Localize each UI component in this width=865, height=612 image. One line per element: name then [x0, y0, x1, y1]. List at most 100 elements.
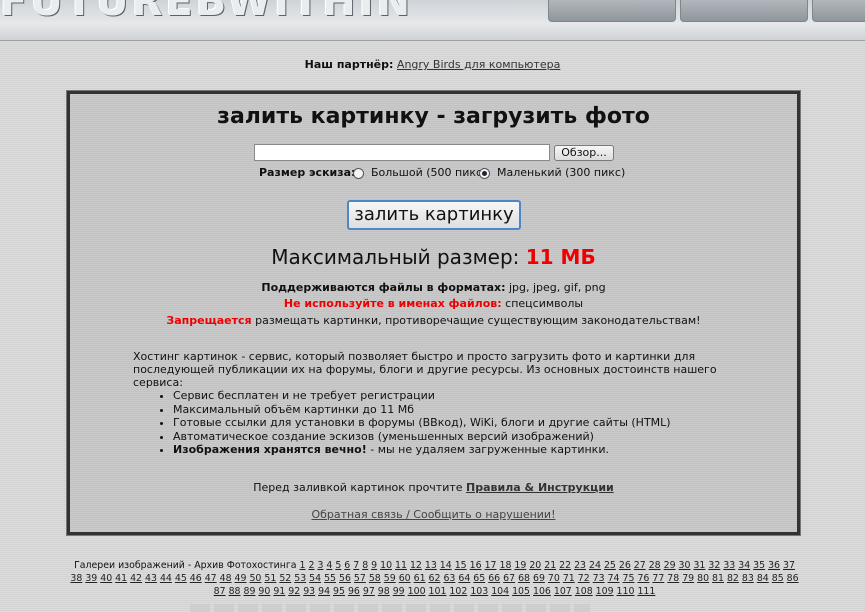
gallery-page-link[interactable]: 67 [503, 573, 515, 584]
header-nav-button-2[interactable] [680, 0, 808, 22]
gallery-page-link[interactable]: 8 [362, 560, 368, 571]
gallery-page-link[interactable]: 53 [294, 573, 306, 584]
gallery-page-link[interactable]: 72 [578, 573, 590, 584]
radio-large[interactable] [353, 168, 364, 179]
header-nav-button-3[interactable] [812, 0, 865, 22]
gallery-page-link[interactable]: 17 [485, 560, 497, 571]
feedback-link[interactable]: Обратная связь / Сообщить о нарушении! [311, 508, 555, 521]
gallery-page-link[interactable]: 35 [753, 560, 765, 571]
header-nav-button-1[interactable] [548, 0, 676, 22]
gallery-page-link[interactable]: 74 [608, 573, 620, 584]
gallery-page-link[interactable]: 76 [637, 573, 649, 584]
gallery-page-link[interactable]: 100 [408, 586, 426, 597]
file-path-input[interactable] [254, 144, 550, 161]
gallery-page-link[interactable]: 20 [529, 560, 541, 571]
gallery-page-link[interactable]: 70 [548, 573, 560, 584]
gallery-page-link[interactable]: 108 [575, 586, 593, 597]
gallery-page-link[interactable]: 30 [679, 560, 691, 571]
gallery-page-link[interactable]: 25 [604, 560, 616, 571]
gallery-page-link[interactable]: 18 [499, 560, 511, 571]
gallery-page-link[interactable]: 34 [738, 560, 750, 571]
gallery-page-link[interactable]: 54 [309, 573, 321, 584]
gallery-page-link[interactable]: 106 [533, 586, 551, 597]
gallery-page-link[interactable]: 62 [429, 573, 441, 584]
gallery-page-link[interactable]: 71 [563, 573, 575, 584]
gallery-page-link[interactable]: 79 [682, 573, 694, 584]
gallery-page-link[interactable]: 7 [353, 560, 359, 571]
gallery-page-link[interactable]: 45 [175, 573, 187, 584]
gallery-page-link[interactable]: 19 [514, 560, 526, 571]
gallery-page-link[interactable]: 39 [85, 573, 97, 584]
gallery-page-link[interactable]: 60 [399, 573, 411, 584]
partner-link[interactable]: Angry Birds для компьютера [397, 58, 560, 71]
gallery-page-link[interactable]: 88 [229, 586, 241, 597]
site-logo[interactable]: FUTUREBWITHIN [0, 0, 413, 25]
gallery-page-link[interactable]: 4 [326, 560, 332, 571]
gallery-page-link[interactable]: 69 [533, 573, 545, 584]
gallery-page-link[interactable]: 103 [470, 586, 488, 597]
gallery-page-link[interactable]: 97 [363, 586, 375, 597]
gallery-page-link[interactable]: 107 [554, 586, 572, 597]
gallery-page-link[interactable]: 56 [339, 573, 351, 584]
gallery-page-link[interactable]: 111 [637, 586, 655, 597]
gallery-page-link[interactable]: 27 [634, 560, 646, 571]
gallery-page-link[interactable]: 37 [783, 560, 795, 571]
gallery-page-link[interactable]: 61 [414, 573, 426, 584]
radio-small[interactable] [479, 168, 490, 179]
gallery-page-link[interactable]: 102 [449, 586, 467, 597]
gallery-page-link[interactable]: 38 [70, 573, 82, 584]
gallery-page-link[interactable]: 104 [491, 586, 509, 597]
gallery-page-link[interactable]: 64 [458, 573, 470, 584]
gallery-page-link[interactable]: 10 [380, 560, 392, 571]
gallery-page-link[interactable]: 24 [589, 560, 601, 571]
gallery-page-link[interactable]: 32 [708, 560, 720, 571]
gallery-page-link[interactable]: 1 [300, 560, 306, 571]
browse-button[interactable]: Обзор... [554, 145, 614, 161]
gallery-page-link[interactable]: 2 [308, 560, 314, 571]
gallery-page-link[interactable]: 26 [619, 560, 631, 571]
gallery-page-link[interactable]: 40 [100, 573, 112, 584]
gallery-page-link[interactable]: 44 [160, 573, 172, 584]
gallery-page-link[interactable]: 85 [772, 573, 784, 584]
gallery-page-link[interactable]: 43 [145, 573, 157, 584]
gallery-page-link[interactable]: 13 [425, 560, 437, 571]
gallery-page-link[interactable]: 21 [544, 560, 556, 571]
gallery-page-link[interactable]: 58 [369, 573, 381, 584]
gallery-page-link[interactable]: 73 [593, 573, 605, 584]
upload-submit-button[interactable]: залить картинку [347, 200, 521, 230]
gallery-page-link[interactable]: 98 [378, 586, 390, 597]
gallery-page-link[interactable]: 41 [115, 573, 127, 584]
gallery-page-link[interactable]: 31 [693, 560, 705, 571]
gallery-page-link[interactable]: 109 [596, 586, 614, 597]
gallery-page-link[interactable]: 65 [473, 573, 485, 584]
gallery-page-link[interactable]: 22 [559, 560, 571, 571]
gallery-page-link[interactable]: 5 [335, 560, 341, 571]
radio-small-label[interactable]: Маленький (300 пикс) [497, 166, 625, 179]
gallery-page-link[interactable]: 3 [317, 560, 323, 571]
rules-link[interactable]: Правила & Инструкции [466, 481, 614, 494]
gallery-page-link[interactable]: 12 [410, 560, 422, 571]
gallery-page-link[interactable]: 86 [787, 573, 799, 584]
gallery-page-link[interactable]: 51 [264, 573, 276, 584]
gallery-page-link[interactable]: 63 [443, 573, 455, 584]
gallery-page-link[interactable]: 81 [712, 573, 724, 584]
gallery-page-link[interactable]: 78 [667, 573, 679, 584]
gallery-page-link[interactable]: 80 [697, 573, 709, 584]
gallery-page-link[interactable]: 96 [348, 586, 360, 597]
gallery-page-link[interactable]: 110 [617, 586, 635, 597]
gallery-page-link[interactable]: 90 [258, 586, 270, 597]
gallery-page-link[interactable]: 48 [220, 573, 232, 584]
gallery-page-link[interactable]: 52 [279, 573, 291, 584]
gallery-page-link[interactable]: 91 [273, 586, 285, 597]
gallery-page-link[interactable]: 46 [190, 573, 202, 584]
gallery-page-link[interactable]: 6 [344, 560, 350, 571]
gallery-page-link[interactable]: 47 [205, 573, 217, 584]
gallery-page-link[interactable]: 77 [652, 573, 664, 584]
gallery-page-link[interactable]: 16 [470, 560, 482, 571]
gallery-page-link[interactable]: 92 [288, 586, 300, 597]
gallery-page-link[interactable]: 83 [742, 573, 754, 584]
gallery-page-link[interactable]: 87 [214, 586, 226, 597]
gallery-page-link[interactable]: 9 [371, 560, 377, 571]
gallery-page-link[interactable]: 105 [512, 586, 530, 597]
gallery-page-link[interactable]: 36 [768, 560, 780, 571]
